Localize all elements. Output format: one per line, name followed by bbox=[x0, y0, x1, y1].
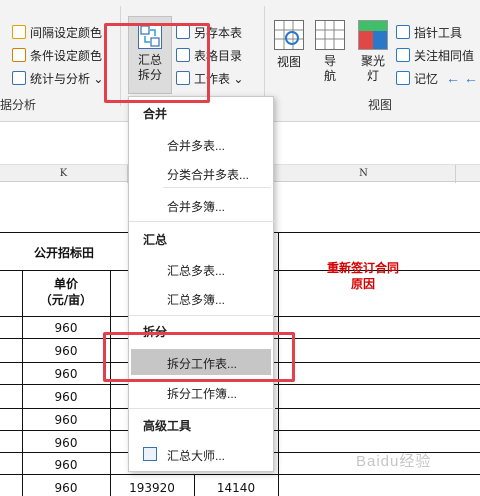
menu-item-summary-sheets[interactable]: 汇总多表... bbox=[167, 262, 225, 279]
menu-item-merge-books[interactable]: 合并多簿... bbox=[167, 198, 225, 215]
memory-button[interactable]: 记忆 ← ← bbox=[396, 68, 478, 88]
spotlight-icon bbox=[358, 20, 388, 50]
amount-cell[interactable]: 14140 bbox=[194, 481, 278, 495]
spotlight-label: 聚光灯 bbox=[360, 54, 385, 83]
grid-line bbox=[0, 474, 480, 475]
menu-divider bbox=[129, 315, 275, 316]
menu-item-split-worksheet[interactable]: 拆分工作表... bbox=[167, 355, 237, 372]
section-header-summary: 汇总 bbox=[143, 233, 168, 247]
menu-item-split-workbook[interactable]: 拆分工作簿... bbox=[167, 385, 237, 402]
memory-icon bbox=[396, 71, 410, 85]
summary-split-icon bbox=[138, 23, 162, 49]
table-directory-button[interactable]: 表格目录 bbox=[176, 45, 242, 65]
interval-color-icon bbox=[12, 25, 26, 39]
condition-color-label: 条件设定颜色 bbox=[30, 48, 103, 63]
save-icon bbox=[176, 25, 190, 39]
tender-title-cell[interactable]: 公开招标田 bbox=[0, 244, 128, 261]
memory-label: 记忆 bbox=[414, 71, 439, 86]
focus-same-value-button[interactable]: 关注相同值 bbox=[396, 45, 474, 65]
price-cell[interactable]: 960 bbox=[22, 344, 110, 358]
interval-color-button[interactable]: 间隔设定颜色 bbox=[12, 22, 102, 42]
worksheet-menu-button[interactable]: 工作表 ⌄ bbox=[176, 68, 243, 88]
section-header-split: 拆分 bbox=[143, 325, 168, 339]
col-header-n[interactable]: N bbox=[272, 165, 456, 183]
menu-item-category-merge-sheets[interactable]: 分类合并多表... bbox=[167, 166, 249, 183]
price-cell[interactable]: 960 bbox=[22, 321, 110, 335]
summary-master-icon bbox=[143, 447, 157, 461]
view-icon bbox=[274, 20, 304, 50]
nav-arrows-icon[interactable]: ← ← bbox=[446, 70, 478, 86]
summary-split-label: 汇总拆分 bbox=[137, 53, 162, 82]
focus-icon bbox=[396, 48, 410, 62]
menu-divider bbox=[129, 221, 275, 222]
grid-line bbox=[110, 270, 111, 496]
price-cell[interactable]: 960 bbox=[22, 436, 110, 450]
menu-item-summary-books[interactable]: 汇总多簿... bbox=[167, 291, 225, 308]
reason-header-cell[interactable]: 重新签订合同 原因 bbox=[278, 260, 448, 292]
stats-icon bbox=[12, 71, 26, 85]
pointer-tool-button[interactable]: 指针工具 bbox=[396, 22, 462, 42]
area-total-cell[interactable]: 193920 bbox=[110, 481, 194, 495]
menu-divider bbox=[129, 408, 275, 409]
navigation-button[interactable]: 导航 bbox=[314, 20, 346, 84]
watermark: Baidu经验 bbox=[356, 453, 432, 470]
spotlight-button[interactable]: 聚光灯 bbox=[356, 20, 390, 84]
section-header-merge: 合并 bbox=[143, 107, 168, 121]
data-analysis-group-label: 据分析 bbox=[0, 98, 37, 112]
pointer-icon bbox=[396, 25, 410, 39]
summary-split-button[interactable]: 汇总拆分 bbox=[128, 16, 172, 94]
worksheet-label: 工作表 ⌄ bbox=[194, 71, 244, 86]
price-cell[interactable]: 960 bbox=[22, 390, 110, 404]
navigation-icon bbox=[315, 20, 345, 50]
stats-analysis-label: 统计与分析 ⌄ bbox=[30, 71, 104, 86]
interval-color-label: 间隔设定颜色 bbox=[30, 25, 103, 40]
pointer-tool-label: 指针工具 bbox=[414, 25, 463, 40]
save-sheet-as-button[interactable]: 另存本表 bbox=[176, 22, 242, 42]
condition-color-icon bbox=[12, 48, 26, 62]
menu-item-summary-master[interactable]: 汇总大师... bbox=[167, 447, 225, 464]
condition-color-button[interactable]: 条件设定颜色 bbox=[12, 45, 102, 65]
worksheet-icon bbox=[176, 71, 190, 85]
menu-item-merge-sheets[interactable]: 合并多表... bbox=[167, 137, 225, 154]
ribbon-separator bbox=[120, 6, 121, 106]
view-label: 视图 bbox=[276, 55, 301, 69]
summary-split-dropdown: 合并 合并多表... 分类合并多表... 合并多簿... 汇总 汇总多表... … bbox=[128, 96, 275, 472]
directory-icon bbox=[176, 48, 190, 62]
view-button[interactable]: 视图 bbox=[272, 20, 306, 70]
price-cell[interactable]: 960 bbox=[22, 367, 110, 381]
table-directory-label: 表格目录 bbox=[194, 48, 243, 63]
price-cell[interactable]: 960 bbox=[22, 481, 110, 495]
price-cell[interactable]: 960 bbox=[22, 413, 110, 427]
unit-price-header-cell[interactable]: 单价 （元/亩） bbox=[22, 276, 110, 308]
navigation-label: 导航 bbox=[323, 54, 336, 83]
stats-analysis-button[interactable]: 统计与分析 ⌄ bbox=[12, 68, 103, 88]
section-header-advanced: 高级工具 bbox=[143, 419, 192, 433]
menu-divider bbox=[163, 187, 271, 188]
col-header-k[interactable]: K bbox=[0, 165, 128, 183]
view-group-label: 视图 bbox=[368, 98, 393, 112]
ribbon-separator-2 bbox=[264, 6, 265, 106]
price-cell[interactable]: 960 bbox=[22, 458, 110, 472]
save-sheet-label: 另存本表 bbox=[194, 25, 243, 40]
focus-same-value-label: 关注相同值 bbox=[414, 48, 475, 63]
